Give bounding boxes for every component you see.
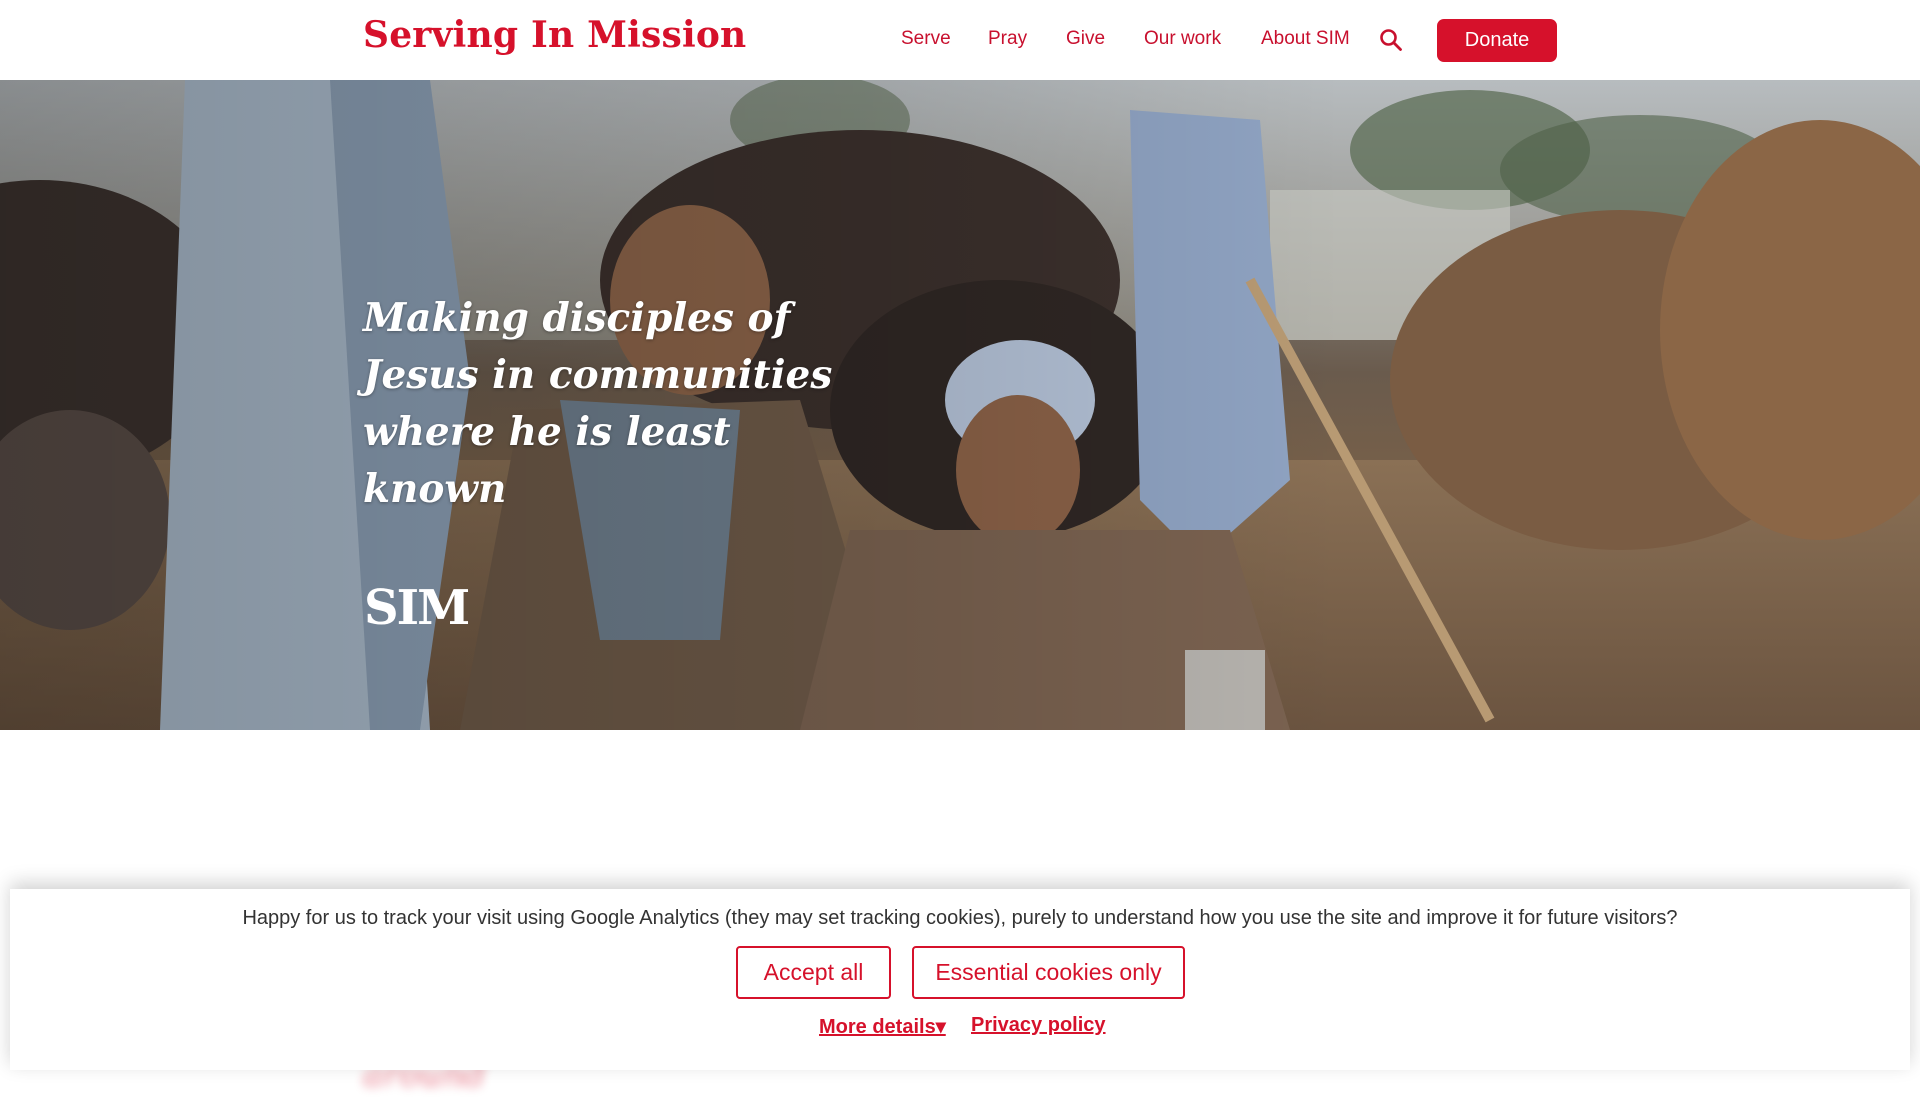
hero-tagline: Making disciples of Jesus in communities… [363, 290, 883, 518]
nav-item-give[interactable]: Give [1066, 28, 1105, 50]
nav-item-pray[interactable]: Pray [988, 28, 1027, 50]
more-details-link[interactable]: More details▾ [819, 1014, 946, 1039]
site-logo[interactable]: Serving In Mission [363, 14, 746, 56]
hero-tagline-line: Jesus in communities [363, 352, 833, 398]
hero-overlay [0, 80, 1920, 730]
site-header: Serving In Mission Serve Pray Give Our w… [0, 0, 1920, 80]
nav-item-serve[interactable]: Serve [901, 28, 951, 50]
cookie-message: Happy for us to track your visit using G… [242, 907, 1678, 929]
donate-button[interactable]: Donate [1437, 19, 1557, 62]
search-icon[interactable] [1378, 27, 1404, 53]
sim-logo: SIM [364, 580, 470, 636]
nav-item-about-sim[interactable]: About SIM [1261, 28, 1350, 50]
accept-all-button[interactable]: Accept all [736, 946, 891, 999]
hero-banner: Making disciples of Jesus in communities… [0, 80, 1920, 730]
hero-tagline-line: Making disciples of [363, 295, 791, 341]
privacy-policy-link[interactable]: Privacy policy [971, 1014, 1106, 1037]
hero-tagline-line: where he is least known [363, 409, 731, 512]
nav-item-our-work[interactable]: Our work [1144, 28, 1221, 50]
cookie-banner: Happy for us to track your visit using G… [10, 889, 1910, 1070]
essential-cookies-button[interactable]: Essential cookies only [912, 946, 1185, 999]
